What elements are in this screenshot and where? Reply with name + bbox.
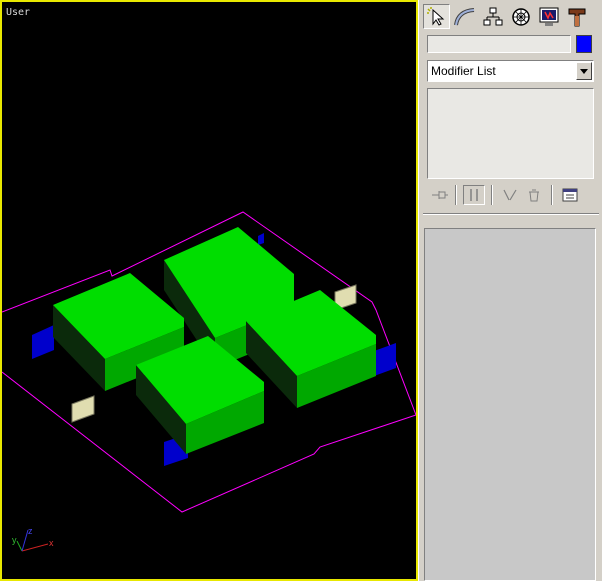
axis-y-label: y (12, 535, 17, 545)
modifier-stack-list[interactable] (427, 88, 594, 179)
axis-x-label: x (49, 538, 54, 548)
hierarchy-icon (483, 7, 502, 25)
tab-utilities[interactable] (563, 4, 590, 29)
make-unique-button[interactable] (499, 185, 521, 205)
modifier-list-value: Modifier List (431, 64, 496, 78)
create-icon (426, 6, 444, 26)
panel-divider (423, 213, 599, 215)
modifier-list-dropdown-button[interactable] (576, 62, 592, 80)
motion-icon (511, 7, 530, 26)
utilities-icon (568, 8, 585, 26)
tab-modify[interactable] (451, 4, 478, 29)
object-name-field[interactable] (427, 35, 571, 53)
make-unique-icon (503, 189, 517, 201)
remove-modifier-button[interactable] (523, 185, 545, 205)
axis-z-label: z (28, 526, 33, 536)
blue-marker-1 (32, 325, 54, 359)
pin-stack-button[interactable] (429, 185, 451, 205)
modifier-list-dropdown[interactable]: Modifier List (427, 60, 594, 82)
configure-modifier-sets-button[interactable] (559, 185, 581, 205)
modify-icon (453, 7, 474, 25)
tab-motion[interactable] (507, 4, 534, 29)
beige-marker-2 (71, 395, 95, 423)
command-panel: Modifier List (418, 0, 602, 581)
blue-marker-2 (374, 343, 396, 376)
display-icon (539, 7, 558, 26)
object-color-swatch[interactable] (576, 35, 592, 53)
viewport[interactable]: User x y z (0, 0, 418, 581)
rollout-area[interactable] (424, 228, 596, 581)
tab-hierarchy[interactable] (479, 4, 506, 29)
axis-tripod: x y z (12, 526, 54, 552)
configure-modifier-sets-icon (562, 188, 578, 202)
scene-view[interactable] (2, 2, 416, 579)
show-end-result-button[interactable] (463, 185, 485, 205)
tab-create[interactable] (423, 4, 450, 29)
remove-modifier-icon (529, 189, 539, 202)
chevron-down-icon (580, 68, 588, 74)
show-end-result-icon (470, 189, 478, 201)
viewport-label[interactable]: User (6, 7, 30, 18)
pin-stack-icon (432, 191, 448, 199)
tab-display[interactable] (535, 4, 562, 29)
blue-marker-4 (258, 233, 264, 245)
